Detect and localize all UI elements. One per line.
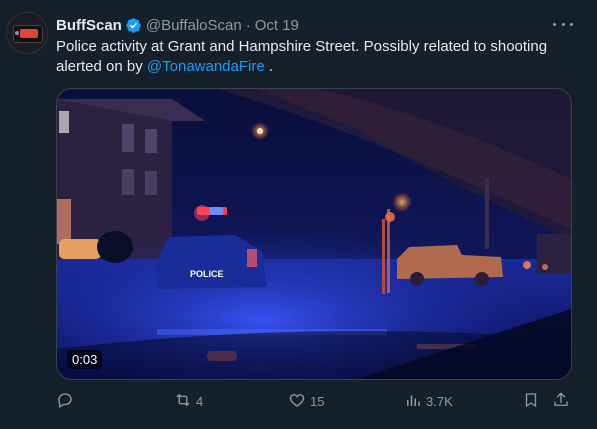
scanner-logo xyxy=(13,25,43,43)
mention-link[interactable]: @TonawandaFire xyxy=(147,58,265,75)
tweet-actions: 4 15 3.7K xyxy=(56,390,570,412)
verified-badge-icon[interactable] xyxy=(125,17,142,34)
video-timer: 0:03 xyxy=(67,350,103,369)
retweet-icon xyxy=(174,391,192,412)
tweet-text-suffix: . xyxy=(264,58,274,75)
like-count: 15 xyxy=(310,393,325,409)
like-button[interactable]: 15 xyxy=(288,390,324,412)
retweet-button[interactable]: 4 xyxy=(174,390,203,412)
police-car-label: POLICE xyxy=(190,269,224,279)
tweet-text-line2: alerted on by @TonawandaFire . xyxy=(56,57,576,77)
reply-icon xyxy=(56,391,74,412)
tweet-text-line1: Police activity at Grant and Hampshire S… xyxy=(56,38,548,55)
tweet-text-prefix: alerted on by xyxy=(56,58,147,75)
author-handle[interactable]: @BuffaloScan xyxy=(146,17,242,34)
tweet-header: BuffScan @BuffaloScan · Oct 19 xyxy=(56,15,299,35)
separator-dot: · xyxy=(245,16,251,34)
bookmark-icon xyxy=(522,391,540,412)
reply-button[interactable] xyxy=(56,390,78,412)
views-count: 3.7K xyxy=(426,393,453,409)
video-player[interactable]: POLICE 0:03 xyxy=(56,88,572,380)
share-button[interactable] xyxy=(552,390,570,412)
retweet-count: 4 xyxy=(196,393,204,409)
views-icon xyxy=(404,391,422,412)
bookmark-button[interactable] xyxy=(522,390,540,412)
video-frame: POLICE xyxy=(57,89,571,379)
views-button[interactable]: 3.7K xyxy=(404,390,453,412)
share-icon xyxy=(552,391,570,412)
more-icon[interactable] xyxy=(553,16,573,32)
heart-icon xyxy=(288,391,306,412)
tweet-date[interactable]: Oct 19 xyxy=(255,17,299,34)
avatar[interactable] xyxy=(6,12,48,54)
author-name[interactable]: BuffScan xyxy=(56,17,122,34)
tweet-text: Police activity at Grant and Hampshire S… xyxy=(56,37,576,77)
